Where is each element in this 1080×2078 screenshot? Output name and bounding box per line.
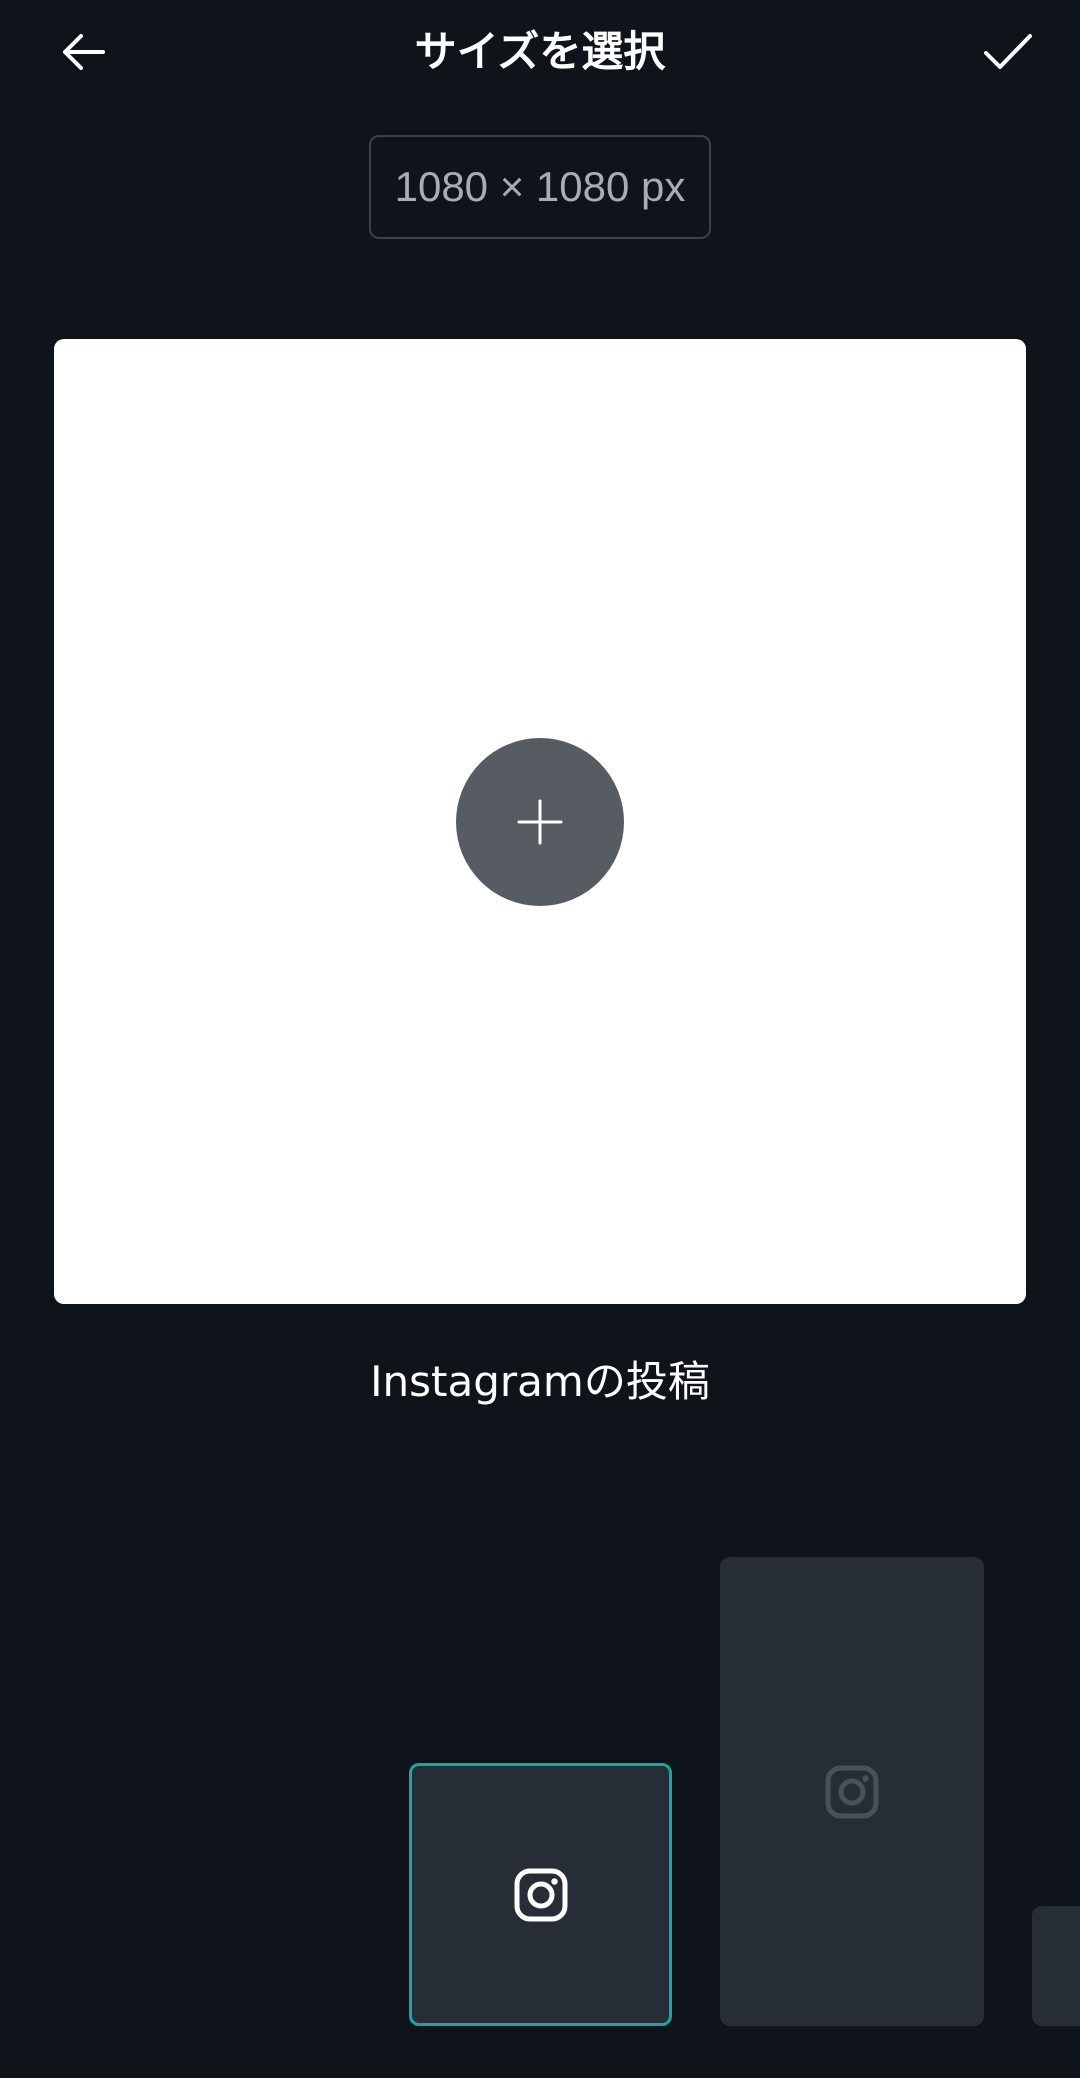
instagram-icon [825, 1765, 879, 1818]
page-title: サイズを選択 [414, 27, 666, 76]
preset-instagram-story[interactable] [720, 1557, 984, 2026]
preset-next[interactable] [1032, 1906, 1080, 2026]
checkmark-icon [984, 34, 1032, 69]
add-image-button[interactable] [456, 738, 624, 906]
canvas-preview [54, 339, 1026, 1304]
instagram-icon [514, 1868, 567, 1921]
arrow-left-icon [63, 34, 105, 70]
size-display[interactable]: 1080 × 1080 px [369, 135, 711, 239]
preset-label: Instagramの投稿 [370, 1357, 710, 1406]
confirm-button[interactable] [975, 22, 1041, 82]
plus-icon [517, 799, 563, 845]
back-button[interactable] [50, 22, 116, 82]
size-picker-screen: サイズを選択 1080 × 1080 px Instagramの投稿 [0, 0, 1080, 2078]
preset-instagram-post[interactable] [409, 1763, 672, 2026]
